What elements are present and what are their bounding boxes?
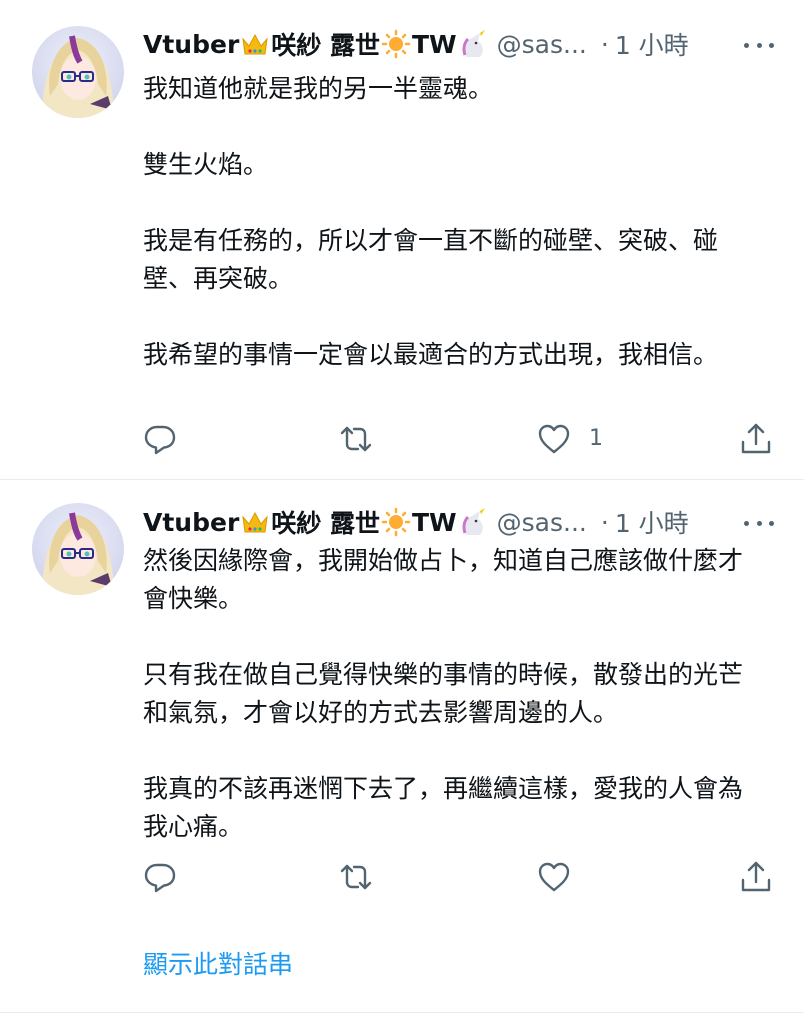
tweet-text: 我知道他就是我的另一半靈魂。 雙生火焰。 我是有任務的，所以才會一直不斷的碰壁、…: [143, 70, 763, 374]
timestamp[interactable]: 1 小時: [615, 26, 689, 62]
tweet-paragraph: 我真的不該再迷惘下去了，再繼續這樣，愛我的人會為我心痛。: [143, 774, 744, 841]
tweet-paragraph: 我希望的事情一定會以最適合的方式出現，我相信。: [143, 340, 719, 369]
heart-icon[interactable]: [537, 860, 571, 894]
avatar[interactable]: [32, 26, 124, 118]
separator: ·: [600, 29, 609, 59]
author-name-text: Vtuber: [143, 507, 240, 537]
share-icon[interactable]: [739, 860, 773, 894]
reply-icon[interactable]: [143, 860, 177, 894]
tweet-actions: [143, 860, 783, 900]
author-handle[interactable]: @sas...: [497, 30, 587, 59]
author-handle[interactable]: @sas...: [497, 508, 587, 537]
tweet-paragraph: 雙生火焰。: [143, 150, 269, 179]
more-icon[interactable]: [744, 30, 774, 60]
unicorn-icon: [458, 29, 488, 59]
tweet[interactable]: Vtuber 咲紗 露世 TW: [0, 480, 804, 933]
tweet-paragraph: 只有我在做自己覺得快樂的事情的時候，散發出的光芒和氣氛，才會以好的方式去影響周邊…: [143, 660, 744, 727]
author-tag: TW: [412, 507, 457, 537]
tweet-header: Vtuber 咲紗 露世 TW @sas... · 1 小時: [143, 24, 774, 64]
more-icon[interactable]: [744, 508, 774, 538]
like-count: 1: [589, 426, 603, 451]
tweet-header: Vtuber 咲紗 露世 TW @sas... · 1 小時: [143, 502, 774, 542]
timestamp[interactable]: 1 小時: [615, 504, 689, 540]
divider: [0, 1012, 804, 1013]
reply-icon[interactable]: [143, 422, 177, 456]
unicorn-icon: [458, 507, 488, 537]
crown-icon: [240, 29, 270, 59]
author-name[interactable]: Vtuber 咲紗 露世 TW: [143, 504, 489, 540]
author-tag: TW: [412, 29, 457, 59]
author-name[interactable]: Vtuber 咲紗 露世 TW: [143, 26, 489, 62]
tweet-text: 然後因緣際會，我開始做占卜，知道自己應該做什麼才會快樂。 只有我在做自己覺得快樂…: [143, 542, 763, 846]
avatar[interactable]: [32, 503, 124, 595]
heart-icon[interactable]: [537, 422, 571, 456]
author-name-suffix: 咲紗 露世: [271, 31, 380, 60]
retweet-icon[interactable]: [339, 860, 373, 894]
author-name-text: Vtuber: [143, 29, 240, 59]
crown-icon: [240, 507, 270, 537]
tweet[interactable]: Vtuber 咲紗 露世 TW: [0, 0, 804, 480]
separator: ·: [600, 507, 609, 537]
tweet-actions: 1: [143, 422, 783, 462]
tweet-paragraph: 然後因緣際會，我開始做占卜，知道自己應該做什麼才會快樂。: [143, 546, 744, 613]
sun-icon: [381, 29, 411, 59]
tweet-paragraph: 我知道他就是我的另一半靈魂。: [143, 74, 494, 103]
author-name-suffix: 咲紗 露世: [271, 509, 380, 538]
tweet-paragraph: 我是有任務的，所以才會一直不斷的碰壁、突破、碰壁、再突破。: [143, 226, 719, 293]
retweet-icon[interactable]: [339, 422, 373, 456]
share-icon[interactable]: [739, 422, 773, 456]
sun-icon: [381, 507, 411, 537]
show-thread-link[interactable]: 顯示此對話串: [143, 945, 293, 981]
